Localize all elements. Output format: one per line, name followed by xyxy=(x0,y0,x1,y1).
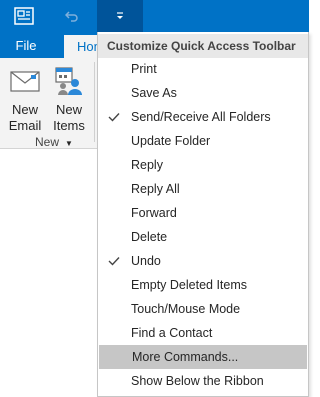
new-items-label-line1: New xyxy=(55,102,82,117)
menu-item-label: Show Below the Ribbon xyxy=(131,374,264,388)
customize-qat-menu: Customize Quick Access Toolbar Print Save… xyxy=(97,32,309,397)
menu-item-save-as[interactable]: Save As xyxy=(98,81,308,105)
menu-item-undo[interactable]: Undo xyxy=(98,249,308,273)
qat-dropdown-button[interactable] xyxy=(97,0,143,32)
menu-item-delete[interactable]: Delete xyxy=(98,225,308,249)
new-email-button[interactable]: New Email xyxy=(4,64,46,134)
email-icon xyxy=(4,64,46,98)
menu-item-label: Reply xyxy=(131,158,163,172)
menu-item-label: Send/Receive All Folders xyxy=(131,110,271,124)
group-label-new: New xyxy=(34,135,59,149)
title-bar xyxy=(0,0,309,32)
menu-title: Customize Quick Access Toolbar xyxy=(98,34,308,58)
menu-item-label: Reply All xyxy=(131,182,180,196)
menu-item-label: Touch/Mouse Mode xyxy=(131,302,241,316)
new-items-label-text: Items xyxy=(53,118,85,133)
menu-item-update-folder[interactable]: Update Folder xyxy=(98,129,308,153)
menu-item-label: Forward xyxy=(131,206,177,220)
new-email-label-line1: New xyxy=(11,102,38,117)
menu-item-show-below-the-ribbon[interactable]: Show Below the Ribbon xyxy=(98,369,308,393)
checkmark-icon xyxy=(108,249,122,273)
menu-list: Print Save As Send/Receive All Folders Upda… xyxy=(98,57,308,393)
undo-icon[interactable] xyxy=(58,0,86,32)
menu-item-touch-mouse-mode[interactable]: Touch/Mouse Mode xyxy=(98,297,308,321)
menu-item-more-commands[interactable]: More Commands... xyxy=(99,345,307,369)
qat-dropdown-arrow-icon xyxy=(117,12,123,19)
checkmark-icon xyxy=(108,105,122,129)
menu-item-label: Update Folder xyxy=(131,134,211,148)
outlook-app-icon[interactable] xyxy=(10,0,38,32)
menu-item-label: Print xyxy=(131,62,157,76)
menu-item-print[interactable]: Print xyxy=(98,57,308,81)
menu-item-label: Save As xyxy=(131,86,177,100)
new-items-icon xyxy=(48,64,90,98)
menu-item-send-receive-all-folders[interactable]: Send/Receive All Folders xyxy=(98,105,308,129)
menu-item-label: More Commands... xyxy=(132,350,239,364)
menu-item-reply[interactable]: Reply xyxy=(98,153,308,177)
menu-item-forward[interactable]: Forward xyxy=(98,201,308,225)
menu-item-label: Undo xyxy=(131,254,161,268)
new-email-label-line2: Email xyxy=(8,118,42,133)
menu-item-label: Empty Deleted Items xyxy=(131,278,248,292)
tab-file[interactable]: File xyxy=(0,32,52,58)
menu-item-label: Delete xyxy=(131,230,168,244)
menu-item-label: Find a Contact xyxy=(131,326,213,340)
menu-item-find-a-contact[interactable]: Find a Contact xyxy=(98,321,308,345)
menu-item-empty-deleted-items[interactable]: Empty Deleted Items xyxy=(98,273,308,297)
ribbon-separator xyxy=(94,62,95,142)
menu-item-reply-all[interactable]: Reply All xyxy=(98,177,308,201)
